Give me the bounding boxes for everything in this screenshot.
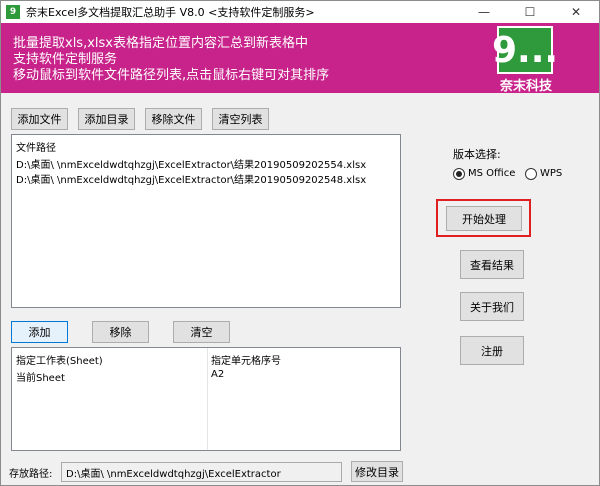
change-directory-button[interactable]: 修改目录: [351, 461, 403, 482]
app-window: 9 奈末Excel多文档提取汇总助手 V8.0 <支持软件定制服务> — ☐ ✕…: [0, 0, 600, 486]
wps-label[interactable]: WPS: [540, 168, 562, 179]
table-cell-sheet[interactable]: 当前Sheet: [16, 369, 65, 384]
clear-sheet-button[interactable]: 清空: [173, 321, 230, 343]
about-us-button[interactable]: 关于我们: [460, 292, 524, 321]
remove-sheet-button[interactable]: 移除: [92, 321, 149, 343]
output-path-label: 存放路径:: [9, 469, 53, 480]
file-list-item[interactable]: D:\桌面\ \nmExceldwdtqhzgj\ExcelExtractor\…: [16, 171, 366, 186]
remove-file-button[interactable]: 移除文件: [145, 108, 202, 130]
view-results-button[interactable]: 查看结果: [460, 250, 524, 279]
add-sheet-button[interactable]: 添加: [11, 321, 68, 343]
ms-office-radio[interactable]: [453, 168, 465, 180]
header-banner: 批量提取xls,xlsx表格指定位置内容汇总到新表格中 支持软件定制服务 移动鼠…: [1, 23, 599, 94]
company-name: 奈末科技: [499, 79, 552, 94]
company-logo: 9...: [492, 26, 558, 74]
ms-office-label[interactable]: MS Office: [468, 168, 515, 179]
add-directory-button[interactable]: 添加目录: [78, 108, 135, 130]
file-list-header: 文件路径: [16, 143, 56, 154]
output-path-field[interactable]: D:\桌面\ \nmExceldwdtqhzgj\ExcelExtractor: [61, 462, 342, 482]
column-header-cell: 指定单元格序号: [211, 356, 281, 367]
table-cell-address[interactable]: A2: [211, 369, 224, 380]
title-bar: 9 奈末Excel多文档提取汇总助手 V8.0 <支持软件定制服务> — ☐ ✕: [1, 1, 599, 23]
maximize-button[interactable]: ☐: [507, 1, 553, 23]
file-list-item[interactable]: D:\桌面\ \nmExceldwdtqhzgj\ExcelExtractor\…: [16, 156, 366, 171]
close-button[interactable]: ✕: [553, 1, 599, 23]
banner-line-3: 移动鼠标到软件文件路径列表,点击鼠标右键可对其排序: [13, 68, 330, 83]
sheet-cell-table[interactable]: 指定工作表(Sheet) 指定单元格序号 当前Sheet A2: [11, 347, 401, 451]
wps-radio[interactable]: [525, 168, 537, 180]
column-header-sheet: 指定工作表(Sheet): [16, 356, 103, 367]
clear-list-button[interactable]: 清空列表: [212, 108, 269, 130]
minimize-button[interactable]: —: [461, 1, 507, 23]
add-file-button[interactable]: 添加文件: [11, 108, 68, 130]
file-path-list[interactable]: 文件路径 D:\桌面\ \nmExceldwdtqhzgj\ExcelExtra…: [11, 134, 401, 308]
version-label: 版本选择:: [453, 148, 501, 161]
column-divider: [207, 348, 208, 450]
start-processing-button[interactable]: 开始处理: [446, 206, 522, 231]
app-icon: 9: [6, 5, 20, 19]
window-title: 奈末Excel多文档提取汇总助手 V8.0 <支持软件定制服务>: [26, 6, 315, 19]
register-button[interactable]: 注册: [460, 336, 524, 365]
